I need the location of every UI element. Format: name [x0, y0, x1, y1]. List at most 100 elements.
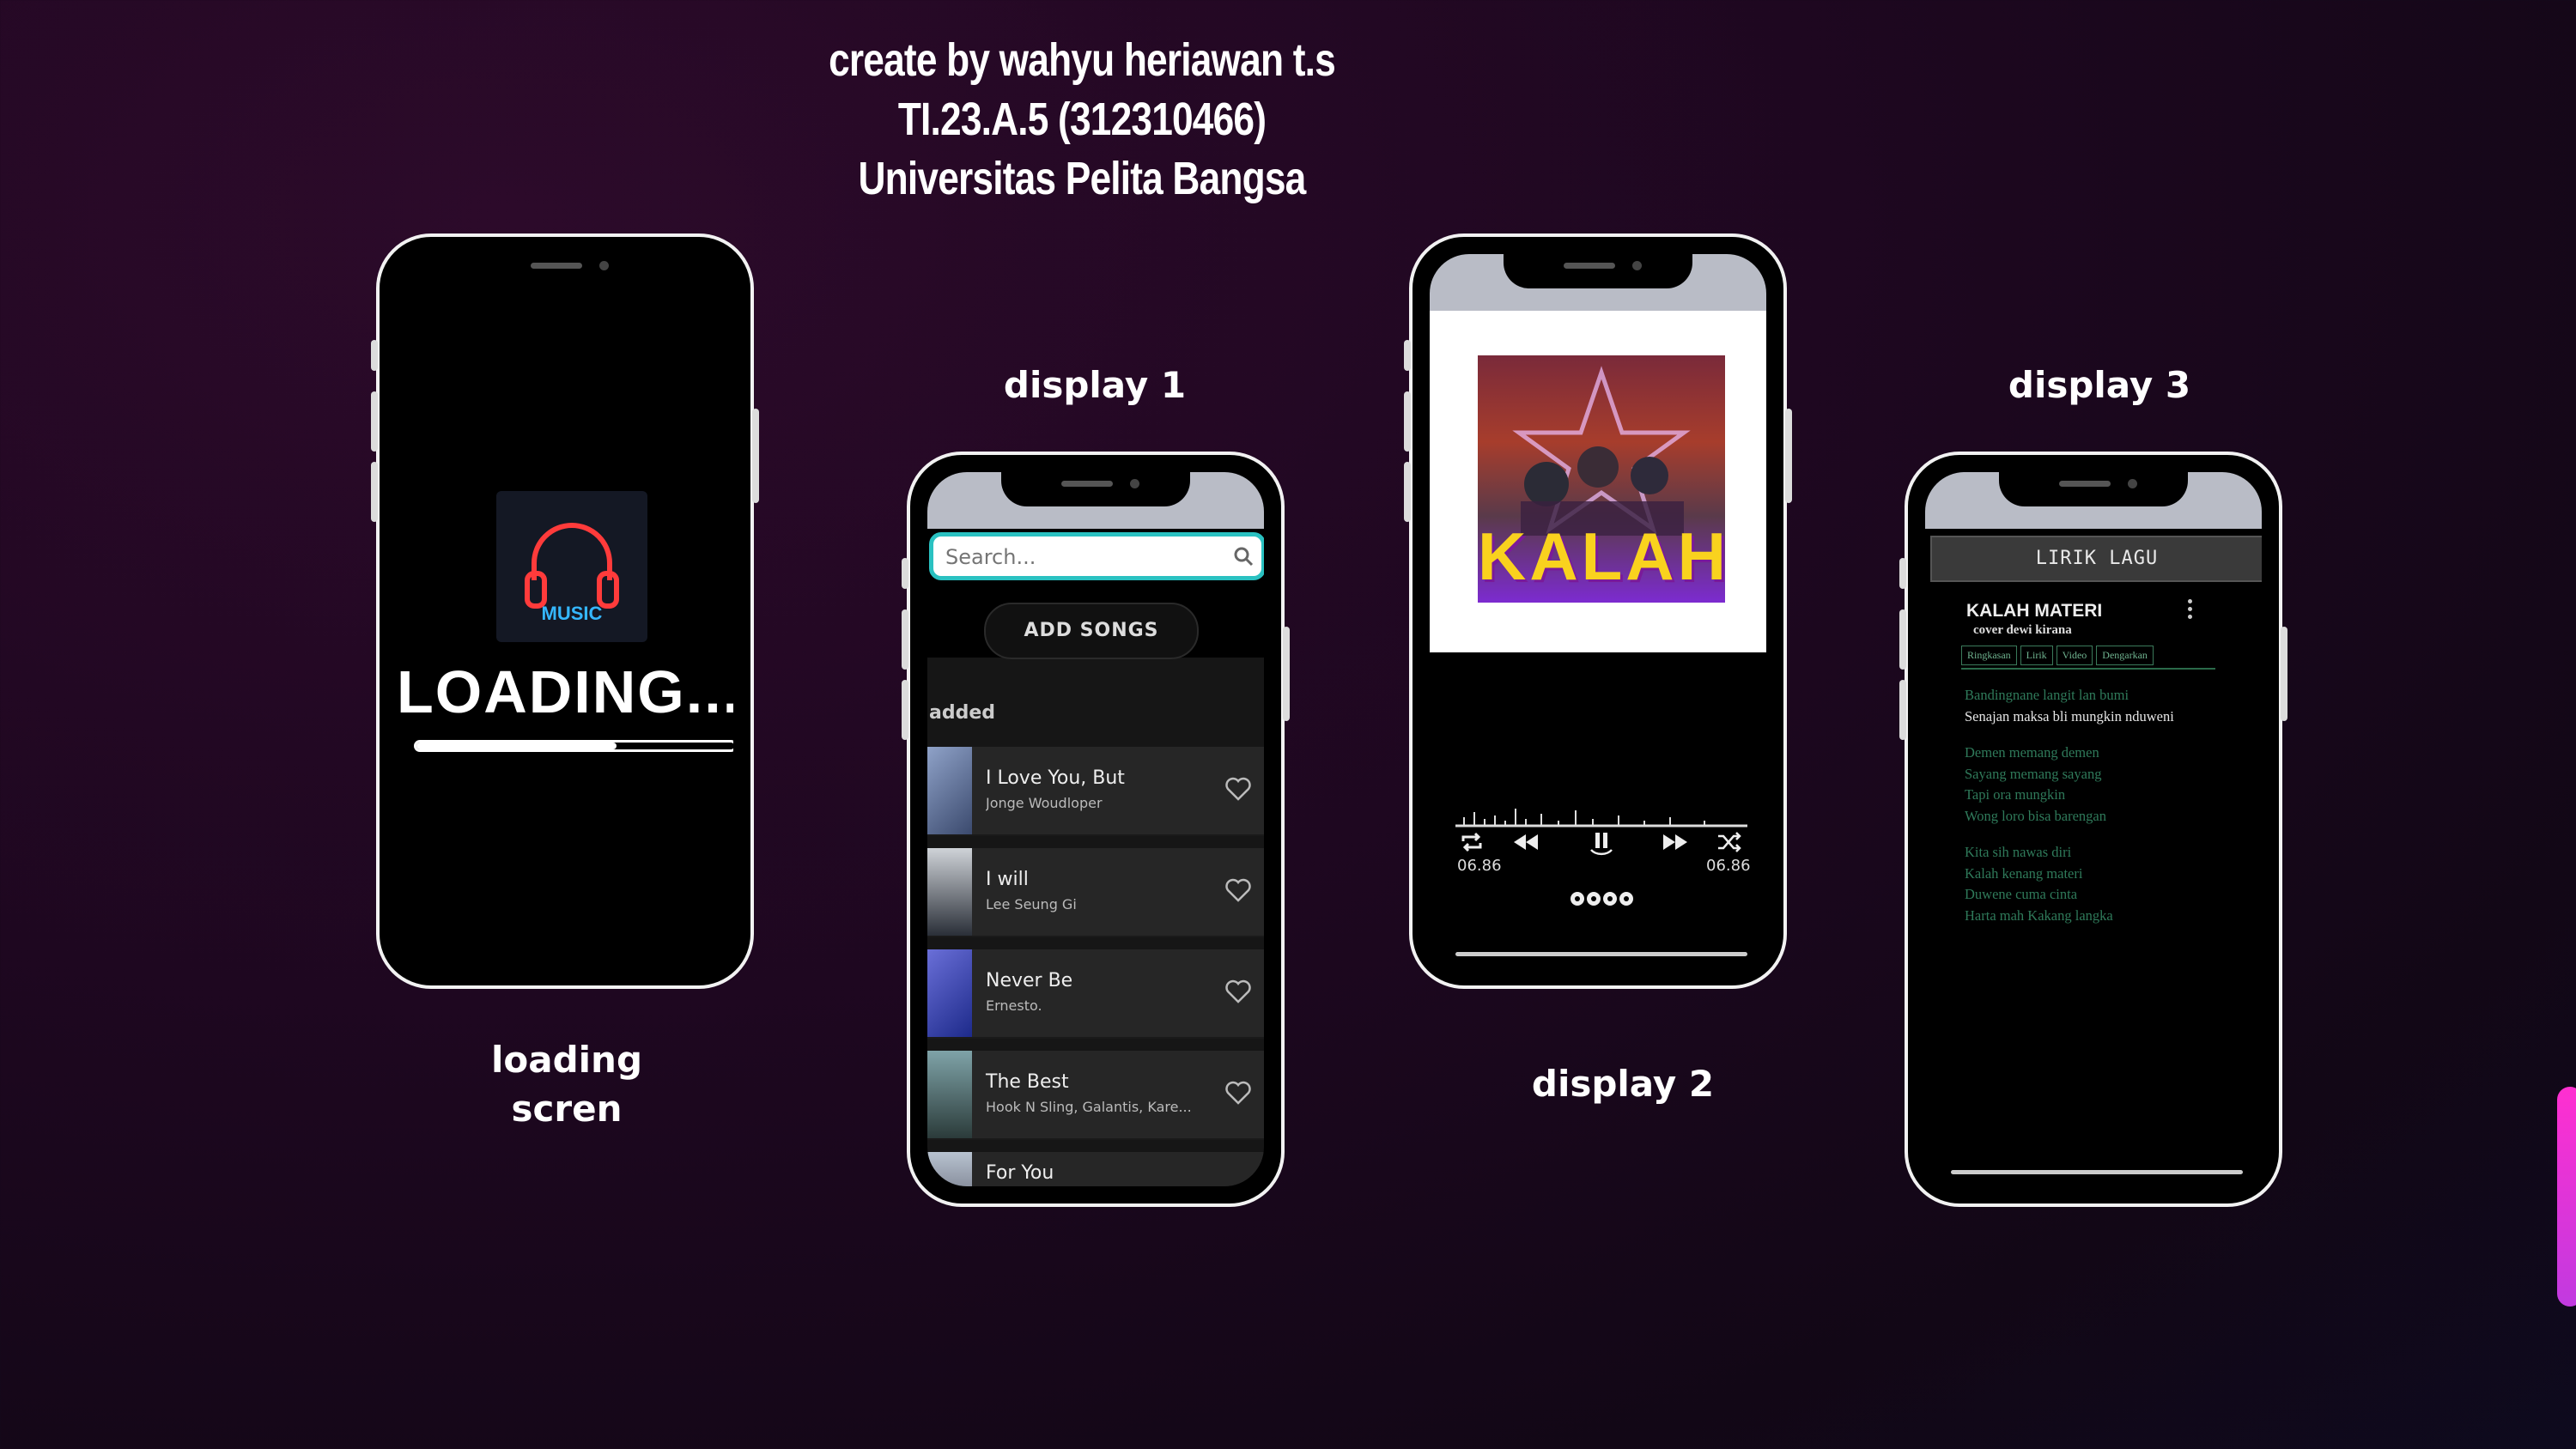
- screen: ADD SONGS added I Love You, But Jonge Wo…: [927, 472, 1264, 1186]
- side-button: [371, 340, 378, 371]
- screen: MUSIC LOADING...: [397, 254, 733, 968]
- song-title: The Best: [986, 1071, 1069, 1093]
- side-button: [752, 409, 759, 503]
- lyric-line: Wong loro bisa barengan: [1965, 807, 2106, 824]
- header-line-1: create by wahyu heriawan t.s: [829, 34, 1336, 86]
- lyrics-stanza: Bandingnane langit lan bumi Senajan maks…: [1965, 685, 2239, 727]
- tab-video[interactable]: Video: [2056, 646, 2093, 665]
- time-total: 06.86: [1706, 857, 1751, 875]
- side-button: [1283, 627, 1290, 721]
- home-indicator: [1455, 952, 1747, 956]
- search-field[interactable]: [929, 532, 1264, 580]
- more-options-icon[interactable]: [2188, 599, 2195, 622]
- headphones-icon: MUSIC: [525, 523, 619, 624]
- search-icon[interactable]: [1232, 545, 1255, 567]
- notch: [471, 254, 659, 288]
- header-line-2: TI.23.A.5 (312310466): [897, 94, 1267, 145]
- home-indicator: [1951, 1170, 2243, 1174]
- screen: LIRIK LAGU KALAH MATERI cover dewi kiran…: [1925, 472, 2262, 1186]
- lyric-line: Duwene cuma cinta: [1965, 886, 2078, 902]
- album-thumbnail: [927, 848, 972, 936]
- notch: [1999, 472, 2188, 506]
- header-line-3: Universitas Pelita Bangsa: [858, 153, 1307, 204]
- rewind-icon[interactable]: [1512, 831, 1540, 853]
- tab-ringkasan[interactable]: Ringkasan: [1961, 646, 2017, 665]
- notch: [1504, 254, 1692, 288]
- screen: KALAH 06.86 06.86: [1430, 254, 1766, 968]
- list-item[interactable]: I will Lee Seung Gi: [927, 848, 1264, 937]
- lyric-line-current: Senajan maksa bli mungkin nduweni: [1965, 707, 2174, 724]
- lyrics-body: Bandingnane langit lan bumi Senajan maks…: [1965, 685, 2239, 942]
- side-button: [371, 462, 378, 522]
- side-button: [1404, 391, 1411, 452]
- lyric-line: Sayang memang sayang: [1965, 765, 2102, 782]
- song-subtitle: cover dewi kirana: [1973, 623, 2072, 637]
- add-songs-button[interactable]: ADD SONGS: [984, 603, 1199, 659]
- loading-progress-bar: [414, 740, 733, 752]
- phone-display-2: KALAH 06.86 06.86: [1404, 233, 1792, 989]
- side-button: [902, 558, 908, 589]
- song-artist: Lee Seung Gi: [986, 896, 1077, 912]
- song-title: For You: [986, 1162, 1054, 1184]
- caption-display-2: display 2: [1531, 1063, 1715, 1105]
- tab-lirik[interactable]: Lirik: [2020, 646, 2053, 665]
- pause-icon[interactable]: [1584, 826, 1619, 860]
- lyric-line: Bandingnane langit lan bumi: [1965, 687, 2129, 703]
- music-logo-text: MUSIC: [542, 603, 603, 624]
- side-button: [1899, 609, 1906, 670]
- time-elapsed: 06.86: [1457, 857, 1502, 875]
- lyric-line: Demen memang demen: [1965, 744, 2099, 761]
- side-accent-tab: [2557, 1087, 2576, 1307]
- side-button: [371, 391, 378, 452]
- song-title: I Love You, But: [986, 767, 1125, 789]
- fast-forward-icon[interactable]: [1662, 831, 1689, 853]
- album-title: KALAH: [1478, 518, 1725, 594]
- heart-icon[interactable]: [1224, 877, 1252, 903]
- lyric-line: Harta mah Kakang langka: [1965, 906, 2113, 924]
- caption-display-3: display 3: [2008, 364, 2191, 406]
- album-thumbnail: [927, 1152, 972, 1186]
- tab-dengarkan[interactable]: Dengarkan: [2096, 646, 2154, 665]
- lyrics-stanza: Demen memang demen Sayang memang sayang …: [1965, 743, 2239, 827]
- lyrics-tabs: Ringkasan Lirik Video Dengarkan: [1961, 646, 2215, 670]
- search-input[interactable]: [944, 542, 1222, 573]
- album-thumbnail: [927, 949, 972, 1037]
- side-button: [902, 680, 908, 740]
- side-button: [1899, 680, 1906, 740]
- album-thumbnail: [927, 747, 972, 834]
- side-button: [1404, 340, 1411, 371]
- lyric-line: Tapi ora mungkin: [1965, 786, 2066, 803]
- lyrics-stanza: Kita sih nawas diri Kalah kenang materi …: [1965, 842, 2239, 926]
- repeat-icon[interactable]: [1459, 831, 1485, 853]
- loading-text: LOADING...: [397, 658, 733, 725]
- song-artist: Jonge Woudloper: [986, 795, 1103, 811]
- song-artist: Ernesto.: [986, 997, 1042, 1014]
- caption-loading: loading scren: [464, 1035, 670, 1133]
- list-item[interactable]: I Love You, But Jonge Woudloper: [927, 747, 1264, 836]
- song-artist: Hook N Sling, Galantis, Kare...: [986, 1099, 1192, 1115]
- lyrics-header-bar: LIRIK LAGU: [1930, 536, 2262, 582]
- page-indicator: [1571, 892, 1633, 906]
- album-thumbnail: [927, 1051, 972, 1138]
- list-item[interactable]: Never Be Ernesto.: [927, 949, 1264, 1039]
- album-cover: KALAH: [1478, 355, 1725, 603]
- header: create by wahyu heriawan t.s TI.23.A.5 (…: [0, 31, 2164, 209]
- heart-icon[interactable]: [1224, 979, 1252, 1004]
- list-item[interactable]: The Best Hook N Sling, Galantis, Kare...: [927, 1051, 1264, 1140]
- loading-progress-fill: [416, 743, 617, 749]
- side-button: [1899, 558, 1906, 589]
- caption-loading-line-1: loading: [490, 1039, 643, 1081]
- notch: [1001, 472, 1190, 506]
- lyric-line: Kalah kenang materi: [1965, 864, 2083, 882]
- caption-loading-line-2: scren: [511, 1088, 623, 1130]
- heart-icon[interactable]: [1224, 1080, 1252, 1106]
- shuffle-icon[interactable]: [1716, 831, 1742, 853]
- phone-loading-screen: MUSIC LOADING...: [371, 233, 759, 989]
- phone-display-1: ADD SONGS added I Love You, But Jonge Wo…: [902, 452, 1290, 1207]
- music-logo: MUSIC: [496, 491, 647, 642]
- song-title: I will: [986, 869, 1029, 890]
- side-button: [902, 609, 908, 670]
- song-title: Never Be: [986, 970, 1073, 991]
- heart-icon[interactable]: [1224, 776, 1252, 802]
- list-item[interactable]: For You: [927, 1152, 1264, 1186]
